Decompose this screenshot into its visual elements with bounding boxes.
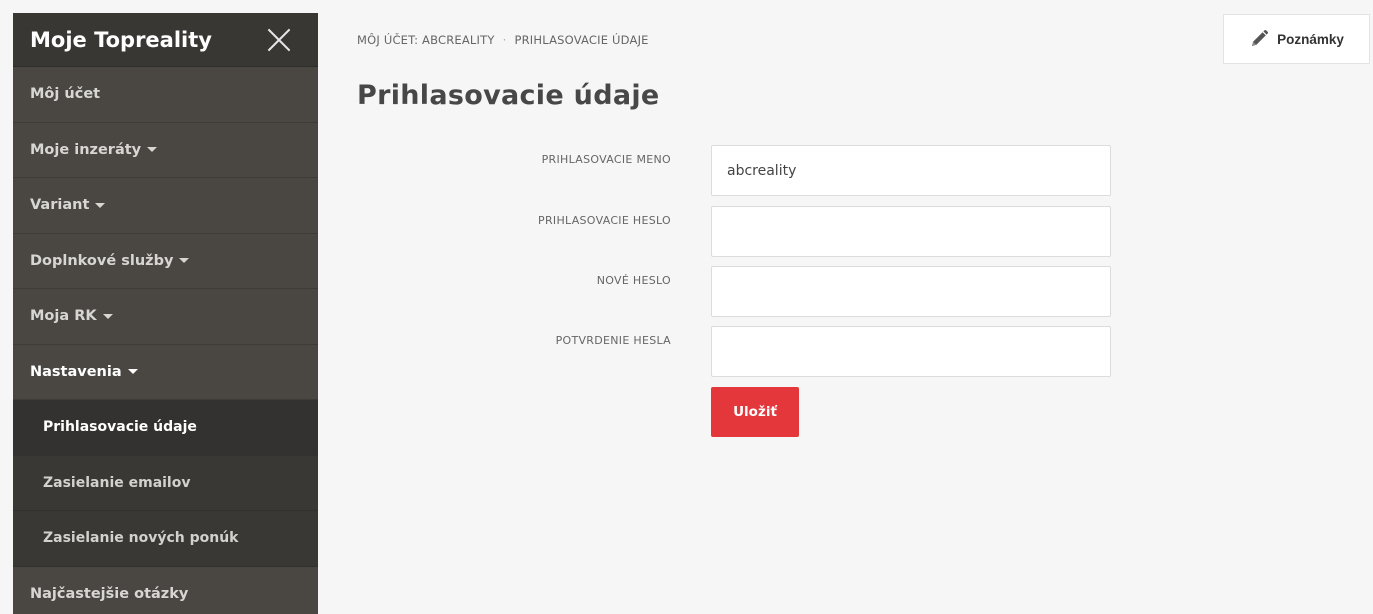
new-password-input[interactable] (711, 266, 1111, 317)
sidebar-item-label: Nastavenia (30, 363, 122, 380)
sidebar-item-doplnkove-sluzby[interactable]: Doplnkové služby (13, 234, 318, 289)
username-input[interactable] (711, 145, 1111, 196)
caret-down-icon (95, 202, 106, 208)
sidebar-item-variant[interactable]: Variant (13, 178, 318, 234)
pencil-icon (1252, 29, 1269, 46)
current-password-input[interactable] (711, 206, 1111, 257)
new-password-label: NOVÉ HESLO (596, 274, 671, 287)
sidebar-submenu: Prihlasovacie údaje Zasielanie emailov Z… (13, 400, 318, 567)
sidebar-item-label: Môj účet (30, 86, 101, 103)
page-title: Prihlasovacie údaje (357, 80, 660, 111)
confirm-password-input[interactable] (711, 326, 1111, 377)
sidebar-header: Moje Topreality (13, 13, 318, 67)
close-icon[interactable] (266, 27, 292, 53)
sidebar-item-label: Doplnkové služby (30, 252, 174, 269)
breadcrumb-separator: · (502, 33, 507, 47)
caret-down-icon (179, 258, 190, 264)
breadcrumb-item-current: PRIHLASOVACIE ÚDAJE (514, 33, 649, 47)
username-label: PRIHLASOVACIE MENO (541, 153, 671, 166)
sidebar-item-moje-inzeraty[interactable]: Moje inzeráty (13, 123, 318, 178)
sidebar-item-label: Moja RK (30, 308, 97, 325)
sidebar-item-label: Najčastejšie otázky (30, 585, 189, 602)
sidebar-item-label: Variant (30, 197, 90, 214)
sidebar-subitem-zasielanie-novych-ponuk[interactable]: Zasielanie nových ponúk (13, 511, 318, 567)
breadcrumb-item-moj-ucet[interactable]: MÔJ ÚČET: ABCREALITY (357, 33, 495, 47)
sidebar-subitem-prihlasovacie-udaje[interactable]: Prihlasovacie údaje (13, 400, 318, 456)
current-password-label: PRIHLASOVACIE HESLO (538, 214, 671, 227)
form-row-new-password: NOVÉ HESLO (400, 266, 1111, 317)
sidebar-subitem-label: Prihlasovacie údaje (43, 419, 197, 436)
sidebar-item-moja-rk[interactable]: Moja RK (13, 289, 318, 345)
sidebar-item-moj-ucet[interactable]: Môj účet (13, 67, 318, 123)
caret-down-icon (102, 313, 113, 319)
caret-down-icon (127, 369, 138, 375)
caret-down-icon (147, 147, 158, 153)
save-button[interactable]: Uložiť (711, 387, 799, 437)
notes-button-label: Poznámky (1277, 31, 1344, 47)
sidebar: Moje Topreality Môj účet Moje inzeráty V… (13, 13, 318, 614)
form-row-username: PRIHLASOVACIE MENO (400, 145, 1111, 196)
confirm-password-label: POTVRDENIE HESLA (555, 334, 671, 347)
notes-button[interactable]: Poznámky (1223, 14, 1370, 64)
sidebar-item-najcastejsie-otazky[interactable]: Najčastejšie otázky (13, 567, 318, 614)
sidebar-title: Moje Topreality (30, 27, 212, 52)
form-row-confirm-password: POTVRDENIE HESLA (400, 326, 1111, 377)
form-row-current-password: PRIHLASOVACIE HESLO (400, 206, 1111, 257)
sidebar-subitem-label: Zasielanie nových ponúk (43, 530, 239, 547)
breadcrumb: MÔJ ÚČET: ABCREALITY · PRIHLASOVACIE ÚDAJE (357, 33, 649, 47)
sidebar-item-label: Moje inzeráty (30, 141, 142, 158)
page: Moje Topreality Môj účet Moje inzeráty V… (0, 0, 1373, 614)
sidebar-item-nastavenia[interactable]: Nastavenia (13, 345, 318, 400)
sidebar-subitem-zasielanie-emailov[interactable]: Zasielanie emailov (13, 456, 318, 511)
sidebar-subitem-label: Zasielanie emailov (43, 474, 191, 491)
